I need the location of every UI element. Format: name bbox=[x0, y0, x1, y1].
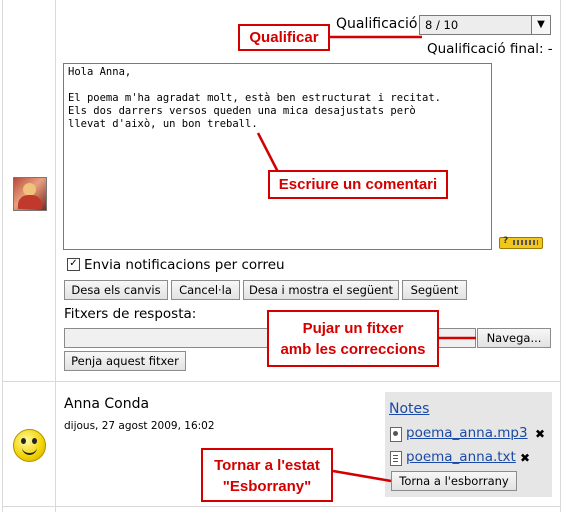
notify-checkbox[interactable]: ✓ bbox=[67, 258, 80, 271]
notify-label: Envia notificacions per correu bbox=[84, 257, 285, 273]
callout-revert: Tornar a l'estat "Esborrany" bbox=[201, 448, 333, 502]
revert-to-draft-button[interactable]: Torna a l'esborrany bbox=[391, 471, 517, 491]
save-changes-button[interactable]: Desa els canvis bbox=[64, 280, 168, 300]
notes-link[interactable]: Notes bbox=[389, 401, 429, 417]
callout-revert-line2: "Esborrany" bbox=[222, 478, 312, 495]
upload-file-button[interactable]: Penja aquest fitxer bbox=[64, 351, 186, 371]
callout-upload-line2: amb les correccions bbox=[280, 341, 426, 358]
grade-select[interactable]: 8 / 10 ▼ bbox=[419, 15, 551, 35]
text-file-icon bbox=[390, 451, 402, 466]
browse-button[interactable]: Navega... bbox=[477, 328, 551, 348]
teacher-avatar bbox=[13, 177, 47, 211]
comment-textarea[interactable]: Hola Anna, El poema m'ha agradat molt, e… bbox=[63, 63, 492, 250]
callout-revert-line1: Tornar a l'estat bbox=[214, 457, 320, 474]
chevron-down-icon[interactable]: ▼ bbox=[531, 16, 550, 34]
final-grade: Qualificació final: - bbox=[427, 41, 553, 57]
grade-select-value: 8 / 10 bbox=[425, 18, 459, 32]
file-link-txt[interactable]: poema_anna.txt bbox=[406, 449, 516, 465]
delete-icon[interactable]: ✖ bbox=[520, 451, 530, 465]
help-keyboard-icon[interactable]: ? bbox=[499, 236, 543, 249]
audio-file-icon bbox=[390, 427, 402, 442]
file-link-mp3[interactable]: poema_anna.mp3 bbox=[406, 425, 528, 441]
save-and-next-button[interactable]: Desa i mostra el següent bbox=[243, 280, 399, 300]
student-name: Anna Conda bbox=[64, 396, 150, 412]
callout-upload: Pujar un fitxer amb les correccions bbox=[267, 310, 439, 367]
callout-upload-line1: Pujar un fitxer bbox=[302, 320, 404, 337]
response-files-label: Fitxers de resposta: bbox=[64, 306, 197, 322]
submission-date: dijous, 27 agost 2009, 16:02 bbox=[64, 420, 215, 432]
student-avatar-smiley-icon bbox=[13, 429, 46, 462]
next-button[interactable]: Següent bbox=[402, 280, 467, 300]
callout-comment: Escriure un comentari bbox=[268, 170, 448, 199]
delete-icon[interactable]: ✖ bbox=[535, 427, 545, 441]
cancel-button[interactable]: Cancel·la bbox=[171, 280, 240, 300]
comment-text: Hola Anna, El poema m'ha agradat molt, e… bbox=[68, 66, 441, 130]
callout-grade: Qualificar bbox=[238, 24, 330, 51]
grade-label: Qualificació bbox=[336, 16, 418, 32]
